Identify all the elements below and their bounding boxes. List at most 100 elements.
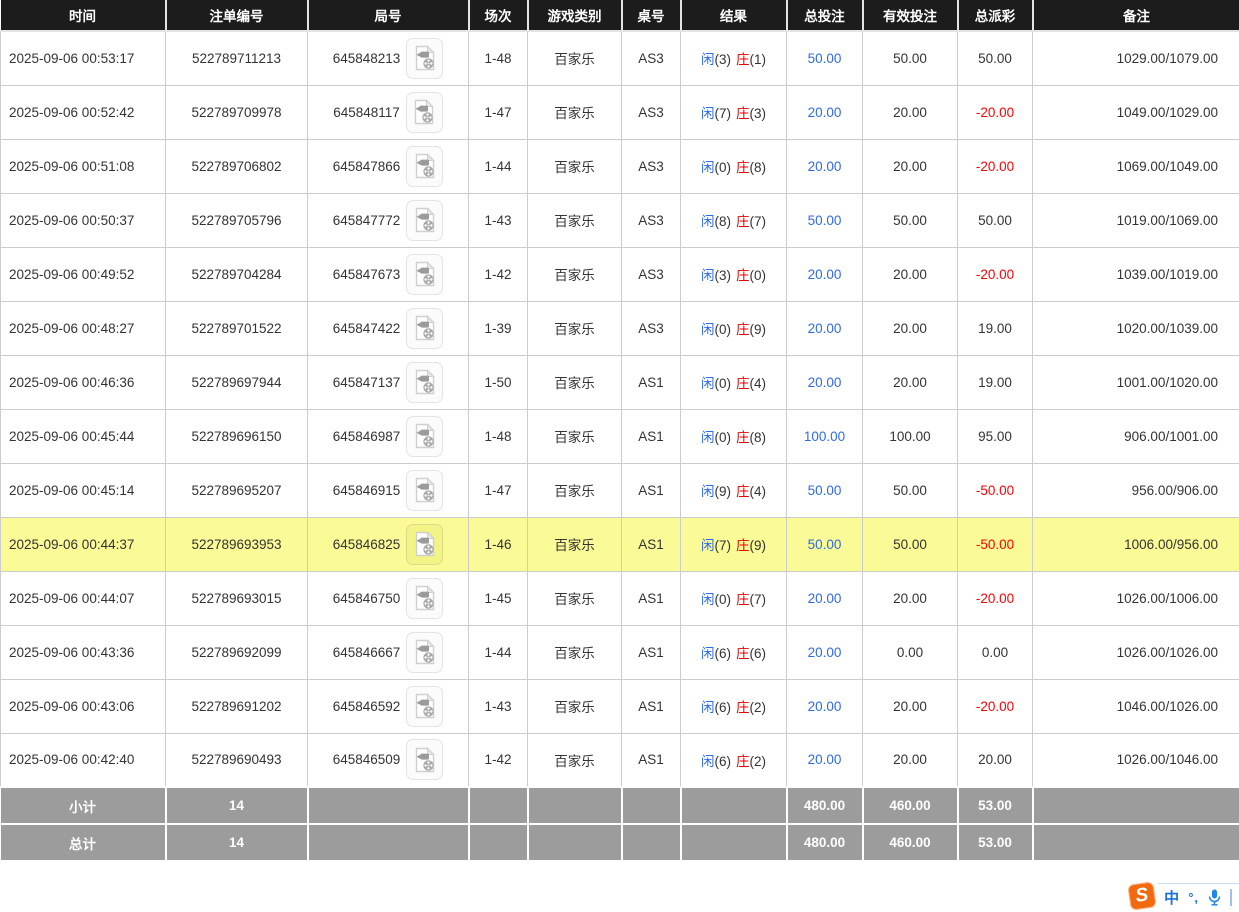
result-cell: 闲(6)庄(2) [681, 733, 787, 787]
game-type-cell: 百家乐 [528, 679, 622, 733]
video-file-icon [412, 692, 438, 720]
session-cell: 1-43 [469, 193, 528, 247]
video-replay-button[interactable] [406, 308, 443, 349]
banker-result-points: (8) [750, 160, 767, 175]
game-type-cell: 百家乐 [528, 517, 622, 571]
session-cell: 1-46 [469, 517, 528, 571]
payout-cell: 95.00 [958, 409, 1033, 463]
footer-empty-cell [622, 787, 681, 824]
table-row[interactable]: 2025-09-06 00:53:17 522789711213 6458482… [1, 31, 1239, 85]
game-number-cell: 645846750 [308, 571, 469, 625]
banker-result-label: 庄 [736, 160, 750, 175]
video-replay-button[interactable] [406, 524, 443, 565]
table-row[interactable]: 2025-09-06 00:43:36 522789692099 6458466… [1, 625, 1239, 679]
video-replay-button[interactable] [406, 416, 443, 457]
footer-empty-cell [1033, 824, 1239, 861]
subtotal-valid-bet: 460.00 [863, 787, 958, 824]
time-cell: 2025-09-06 00:51:08 [1, 139, 166, 193]
valid-bet-cell: 20.00 [863, 355, 958, 409]
video-replay-button[interactable] [406, 362, 443, 403]
video-file-icon [412, 746, 438, 774]
banker-result-points: (3) [750, 106, 767, 121]
player-result-label: 闲 [701, 214, 715, 229]
game-number: 645846750 [333, 591, 401, 606]
video-replay-button[interactable] [406, 470, 443, 511]
video-replay-button[interactable] [406, 146, 443, 187]
table-row[interactable]: 2025-09-06 00:48:27 522789701522 6458474… [1, 301, 1239, 355]
banker-result-points: (9) [750, 538, 767, 553]
game-number-cell: 645847673 [308, 247, 469, 301]
table-row[interactable]: 2025-09-06 00:42:40 522789690493 6458465… [1, 733, 1239, 787]
table-number-cell: AS3 [622, 85, 681, 139]
player-result-label: 闲 [701, 646, 715, 661]
payout-cell: -20.00 [958, 571, 1033, 625]
video-file-icon [412, 476, 438, 504]
punctuation-indicator[interactable]: °, [1188, 890, 1199, 905]
table-row[interactable]: 2025-09-06 00:49:52 522789704284 6458476… [1, 247, 1239, 301]
col-game-number: 局号 [308, 0, 469, 31]
keyboard-icon[interactable] [1230, 889, 1236, 906]
remark-cell: 956.00/906.00 [1033, 463, 1239, 517]
video-replay-button[interactable] [406, 632, 443, 673]
table-row[interactable]: 2025-09-06 00:50:37 522789705796 6458477… [1, 193, 1239, 247]
video-file-icon [412, 152, 438, 180]
payout-cell: -50.00 [958, 517, 1033, 571]
game-number-cell: 645846509 [308, 733, 469, 787]
banker-result-points: (7) [750, 592, 767, 607]
banker-result-label: 庄 [736, 592, 750, 607]
remark-cell: 1026.00/1006.00 [1033, 571, 1239, 625]
banker-result-label: 庄 [736, 52, 750, 67]
video-replay-button[interactable] [406, 739, 443, 780]
total-bet-cell: 20.00 [787, 85, 863, 139]
time-cell: 2025-09-06 00:53:17 [1, 31, 166, 85]
grand-total-row: 总计 14 480.00 460.00 53.00 [1, 824, 1239, 861]
video-replay-button[interactable] [406, 578, 443, 619]
video-replay-button[interactable] [406, 200, 443, 241]
video-replay-button[interactable] [406, 254, 443, 295]
time-cell: 2025-09-06 00:45:14 [1, 463, 166, 517]
game-type-cell: 百家乐 [528, 625, 622, 679]
bet-number-cell: 522789692099 [166, 625, 308, 679]
total-bet-cell: 20.00 [787, 355, 863, 409]
ime-strip: 中 °, [1158, 883, 1239, 910]
table-row[interactable]: 2025-09-06 00:45:14 522789695207 6458469… [1, 463, 1239, 517]
remark-cell: 1069.00/1049.00 [1033, 139, 1239, 193]
player-result-points: (0) [715, 376, 732, 391]
banker-result-label: 庄 [736, 430, 750, 445]
banker-result-points: (1) [750, 52, 767, 67]
table-row[interactable]: 2025-09-06 00:46:36 522789697944 6458471… [1, 355, 1239, 409]
bet-number-cell: 522789704284 [166, 247, 308, 301]
video-replay-button[interactable] [406, 92, 443, 133]
microphone-icon[interactable] [1208, 889, 1221, 906]
sogou-ime-bar[interactable]: S 中 °, [1129, 883, 1239, 910]
video-file-icon [412, 206, 438, 234]
col-bet-number: 注单编号 [166, 0, 308, 31]
col-total-bet: 总投注 [787, 0, 863, 31]
player-result-points: (0) [715, 322, 732, 337]
valid-bet-cell: 20.00 [863, 85, 958, 139]
video-replay-button[interactable] [406, 686, 443, 727]
table-row[interactable]: 2025-09-06 00:44:37 522789693953 6458468… [1, 517, 1239, 571]
table-row[interactable]: 2025-09-06 00:44:07 522789693015 6458467… [1, 571, 1239, 625]
session-cell: 1-44 [469, 139, 528, 193]
remark-cell: 1001.00/1020.00 [1033, 355, 1239, 409]
player-result-label: 闲 [701, 700, 715, 715]
chinese-mode-indicator[interactable]: 中 [1164, 887, 1179, 908]
sogou-logo-icon[interactable]: S [1127, 881, 1156, 910]
table-row[interactable]: 2025-09-06 00:45:44 522789696150 6458469… [1, 409, 1239, 463]
game-type-cell: 百家乐 [528, 85, 622, 139]
table-row[interactable]: 2025-09-06 00:43:06 522789691202 6458465… [1, 679, 1239, 733]
time-cell: 2025-09-06 00:48:27 [1, 301, 166, 355]
time-cell: 2025-09-06 00:52:42 [1, 85, 166, 139]
subtotal-count: 14 [166, 787, 308, 824]
game-number: 645846667 [333, 645, 401, 660]
table-row[interactable]: 2025-09-06 00:52:42 522789709978 6458481… [1, 85, 1239, 139]
table-row[interactable]: 2025-09-06 00:51:08 522789706802 6458478… [1, 139, 1239, 193]
col-time: 时间 [1, 0, 166, 31]
bet-number-cell: 522789693953 [166, 517, 308, 571]
total-bet-cell: 100.00 [787, 409, 863, 463]
video-replay-button[interactable] [406, 38, 443, 79]
total-bet-cell: 20.00 [787, 301, 863, 355]
time-cell: 2025-09-06 00:44:37 [1, 517, 166, 571]
total-bet-cell: 20.00 [787, 625, 863, 679]
